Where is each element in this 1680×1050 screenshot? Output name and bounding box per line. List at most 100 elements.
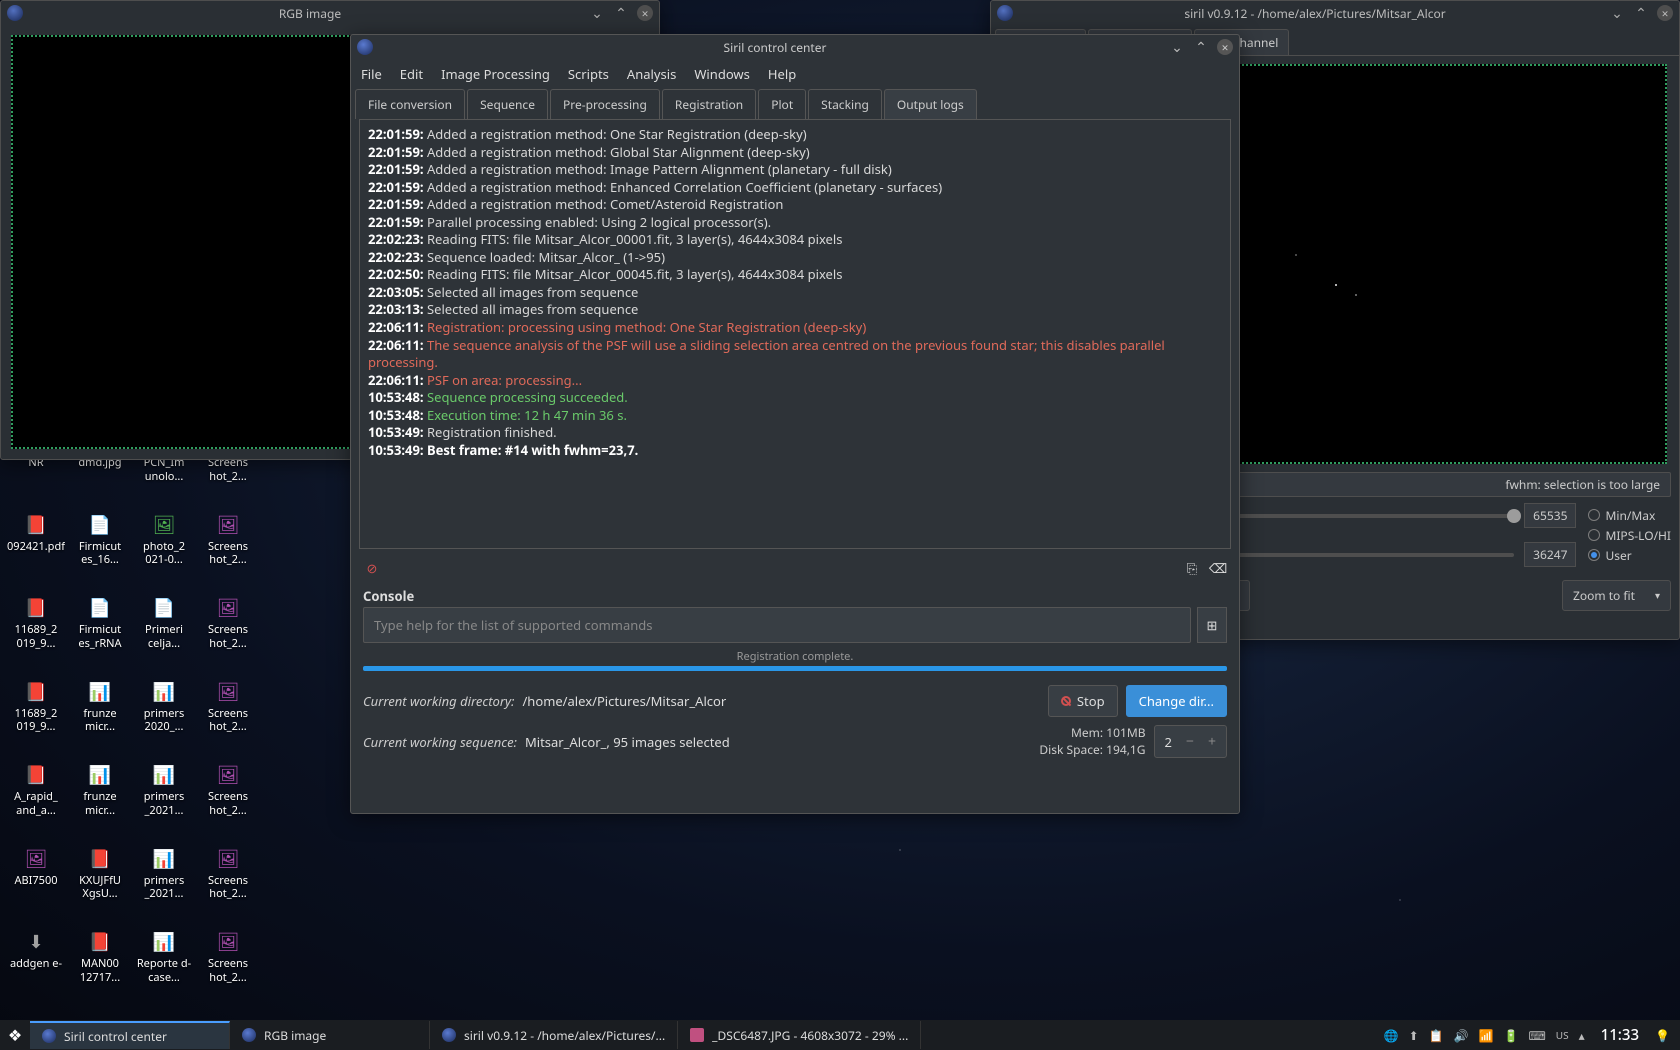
minimize-icon[interactable] xyxy=(589,5,605,21)
progress-text: Registration complete. xyxy=(351,643,1239,666)
file-icon: 📊 xyxy=(89,764,111,786)
tray-volume-icon[interactable]: 🔊 xyxy=(1454,1027,1469,1044)
radio-user[interactable]: User xyxy=(1588,547,1671,564)
taskbar-task[interactable]: siril v0.9.12 - /home/alex/Pictures/... xyxy=(430,1021,678,1049)
close-icon[interactable] xyxy=(1657,5,1673,21)
clock[interactable]: 11:33 xyxy=(1595,1025,1645,1045)
tray-network-icon[interactable]: 📶 xyxy=(1479,1027,1494,1044)
tray-notifications-icon[interactable]: 💡 xyxy=(1655,1027,1670,1044)
desktop-file[interactable]: 📄Firmicut es_rRNA xyxy=(68,597,132,651)
titlebar[interactable]: RGB image xyxy=(1,1,659,25)
threads-spinner[interactable]: 2 − + xyxy=(1154,725,1227,758)
taskbar-task[interactable]: Siril control center xyxy=(30,1021,230,1049)
desktop-file[interactable]: 🖼Screens hot_2... xyxy=(196,597,260,651)
desktop-file[interactable]: 📕092421.pdf xyxy=(4,514,68,568)
menu-scripts[interactable]: Scripts xyxy=(568,65,609,83)
tab-sequence[interactable]: Sequence xyxy=(467,89,548,119)
desktop-file[interactable]: 📊primers 2020_... xyxy=(132,681,196,735)
titlebar[interactable]: siril v0.9.12 - /home/alex/Pictures/Mits… xyxy=(991,1,1679,25)
desktop-file[interactable]: 📕A_rapid_ and_a... xyxy=(4,764,68,818)
menu-help[interactable]: Help xyxy=(768,65,796,83)
lo-value[interactable]: 36247 xyxy=(1524,542,1576,567)
menu-windows[interactable]: Windows xyxy=(694,65,750,83)
taskbar-task[interactable]: RGB image xyxy=(230,1021,430,1049)
change-dir-button[interactable]: Change dir... xyxy=(1126,685,1227,717)
desktop-file[interactable]: 📊Reporte d-case... xyxy=(132,931,196,985)
tab-registration[interactable]: Registration xyxy=(662,89,756,119)
minimize-icon[interactable] xyxy=(1169,39,1185,55)
desktop-file[interactable]: 🖼Screens hot_2... xyxy=(196,514,260,568)
log-line: 22:02:50: Reading FITS: file Mitsar_Alco… xyxy=(368,266,1222,284)
maximize-icon[interactable] xyxy=(613,5,629,21)
file-label: primers 2020_... xyxy=(133,707,195,735)
threads-value: 2 xyxy=(1165,733,1172,751)
minimize-icon[interactable] xyxy=(1609,5,1625,21)
window-control-center: Siril control center File Edit Image Pro… xyxy=(350,34,1240,814)
desktop-file[interactable]: 📕11689_2 019_9... xyxy=(4,681,68,735)
stop-button[interactable]: Stop xyxy=(1048,685,1118,717)
tray-battery-icon[interactable]: 🔋 xyxy=(1504,1027,1519,1044)
desktop-file[interactable]: 📕KXUJFfU XgsU... xyxy=(68,848,132,902)
desktop-file[interactable]: 📄Primeri celja... xyxy=(132,597,196,651)
tab-stacking[interactable]: Stacking xyxy=(808,89,882,119)
clear-log-icon[interactable]: ⊘ xyxy=(363,559,381,577)
desktop-file[interactable]: 🖼Screens hot_2... xyxy=(196,764,260,818)
desktop-file[interactable]: 📊 frunze micr... xyxy=(68,764,132,818)
menu-image-processing[interactable]: Image Processing xyxy=(441,65,550,83)
maximize-icon[interactable] xyxy=(1193,39,1209,55)
menu-analysis[interactable]: Analysis xyxy=(627,65,676,83)
tab-file-conversion[interactable]: File conversion xyxy=(355,89,465,119)
minus-icon[interactable]: − xyxy=(1186,732,1194,751)
file-label: photo_2 021-0... xyxy=(133,540,195,568)
file-icon: 📊 xyxy=(89,681,111,703)
menu-file[interactable]: File xyxy=(361,65,382,83)
tab-plot[interactable]: Plot xyxy=(758,89,806,119)
desktop-file[interactable]: 📊primers _2021... xyxy=(132,764,196,818)
close-icon[interactable] xyxy=(637,5,653,21)
tab-output-logs[interactable]: Output logs xyxy=(884,89,977,119)
zoom-combo[interactable]: Zoom to fit xyxy=(1562,580,1671,611)
file-label: PCN_Im unolo... xyxy=(133,456,195,484)
desktop-file[interactable]: 🖼Screens hot_2... xyxy=(196,848,260,902)
radio-minmax[interactable]: Min/Max xyxy=(1588,507,1671,524)
tray-expand-icon[interactable]: ▴ xyxy=(1579,1027,1585,1044)
desktop-file[interactable]: 🖼ABI7500 xyxy=(4,848,68,902)
desktop-file[interactable]: ⬇addgen e- xyxy=(4,931,68,985)
desktop-file[interactable]: 🖼photo_2 021-0... xyxy=(132,514,196,568)
cwd-label: Current working directory: xyxy=(363,692,514,710)
desktop-file[interactable]: 📊primers _2021... xyxy=(132,848,196,902)
menu-edit[interactable]: Edit xyxy=(400,65,423,83)
tray-lang-icon[interactable]: US xyxy=(1556,1028,1569,1042)
tray-keyboard-icon[interactable]: ⌨ xyxy=(1528,1027,1545,1044)
desktop-file[interactable]: 🖼Screens hot_2... xyxy=(196,931,260,985)
file-icon: 🖼 xyxy=(217,597,239,619)
close-icon[interactable] xyxy=(1217,39,1233,55)
task-icon xyxy=(42,1029,56,1043)
desktop-file[interactable]: 📄Firmicut es_16... xyxy=(68,514,132,568)
export-log-icon[interactable]: ⎘ xyxy=(1183,559,1201,577)
desktop-file[interactable]: 📕MAN00 12717... xyxy=(68,931,132,985)
file-label: frunze micr... xyxy=(69,707,131,735)
desktop-file[interactable]: 🖼Screens hot_2... xyxy=(196,681,260,735)
console-run-icon[interactable]: ⊞ xyxy=(1197,607,1227,643)
desktop-file[interactable]: 📊 frunze micr... xyxy=(68,681,132,735)
console-input[interactable]: Type help for the list of supported comm… xyxy=(363,607,1191,643)
file-label: frunze micr... xyxy=(69,790,131,818)
taskbar-task[interactable]: _DSC6487.JPG - 4608x3072 - 29% ... xyxy=(678,1021,921,1049)
hi-value[interactable]: 65535 xyxy=(1524,503,1576,528)
radio-mips[interactable]: MIPS-LO/HI xyxy=(1588,527,1671,544)
tab-pre-processing[interactable]: Pre-processing xyxy=(550,89,660,119)
log-output[interactable]: 22:01:59: Added a registration method: O… xyxy=(359,119,1231,549)
tray-clipboard-icon[interactable]: 📋 xyxy=(1429,1027,1444,1044)
task-label: _DSC6487.JPG - 4608x3072 - 29% ... xyxy=(712,1027,908,1044)
tray-updates-icon[interactable]: ⬆ xyxy=(1409,1027,1419,1044)
titlebar[interactable]: Siril control center xyxy=(351,35,1239,59)
plus-icon[interactable]: + xyxy=(1208,732,1216,751)
log-line: 22:01:59: Added a registration method: E… xyxy=(368,179,1222,197)
file-label: ABI7500 xyxy=(14,874,57,888)
maximize-icon[interactable] xyxy=(1633,5,1649,21)
tray-globe-icon[interactable]: 🌐 xyxy=(1384,1027,1399,1044)
desktop-file[interactable]: 📕11689_2 019_9... xyxy=(4,597,68,651)
erase-log-icon[interactable]: ⌫ xyxy=(1209,559,1227,577)
start-button[interactable]: ❖ xyxy=(0,1020,30,1050)
